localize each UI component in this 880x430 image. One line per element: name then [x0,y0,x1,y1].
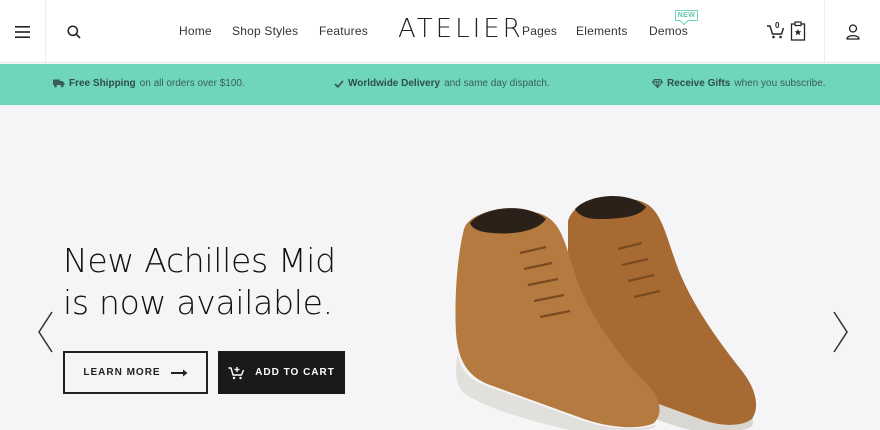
promo-delivery-text: and same day dispatch. [444,78,550,89]
menu-button[interactable] [0,0,46,63]
promo-gifts: Receive Gifts when you subscribe. [652,78,826,89]
promo-shipping-text: on all orders over $100. [139,78,245,89]
nav-demos[interactable]: Demos [649,24,688,38]
hamburger-menu-icon [15,25,30,38]
site-logo[interactable]: ATELIER [398,14,524,44]
hero-headline-line-1: New Achilles Mid [63,241,336,280]
wishlist-icon[interactable] [790,21,806,41]
promo-delivery: Worldwide Delivery and same day dispatch… [334,78,550,89]
user-icon [845,23,860,40]
add-cart-icon [228,366,245,379]
new-badge: NEW [675,10,698,21]
arrow-right-icon [170,369,188,376]
add-to-cart-button[interactable]: ADD TO CART [218,351,345,394]
nav-elements[interactable]: Elements [576,24,628,38]
promo-delivery-title: Worldwide Delivery [348,78,441,89]
promo-shipping-title: Free Shipping [69,78,136,89]
slider-prev-arrow-icon[interactable] [36,310,54,354]
add-to-cart-label: ADD TO CART [255,367,335,378]
cart-count: 0 [775,21,780,30]
hero-slider: New Achilles Mid is now available. LEARN… [0,105,880,430]
search-icon [67,24,81,39]
slider-next-arrow-icon[interactable] [832,310,850,354]
nav-home[interactable]: Home [179,24,212,38]
promo-bar: Free Shipping on all orders over $100. W… [0,64,880,105]
product-image-sneakers [455,195,757,430]
nav-shop-styles[interactable]: Shop Styles [232,24,298,38]
nav-pages[interactable]: Pages [522,24,557,38]
promo-gifts-title: Receive Gifts [667,78,731,89]
nav-features[interactable]: Features [319,24,368,38]
truck-icon [53,79,65,88]
account-button[interactable] [824,0,880,63]
promo-shipping: Free Shipping on all orders over $100. [53,78,245,89]
site-header: Home Shop Styles Features ATELIER Pages … [0,0,880,63]
search-button[interactable] [47,0,101,63]
check-icon [334,79,344,88]
hero-headline: New Achilles Mid is now available. [63,240,336,324]
diamond-icon [652,79,663,88]
hero-headline-line-2: is now available. [63,283,333,322]
promo-gifts-text: when you subscribe. [734,78,826,89]
learn-more-label: LEARN MORE [83,367,161,378]
learn-more-button[interactable]: LEARN MORE [63,351,208,394]
